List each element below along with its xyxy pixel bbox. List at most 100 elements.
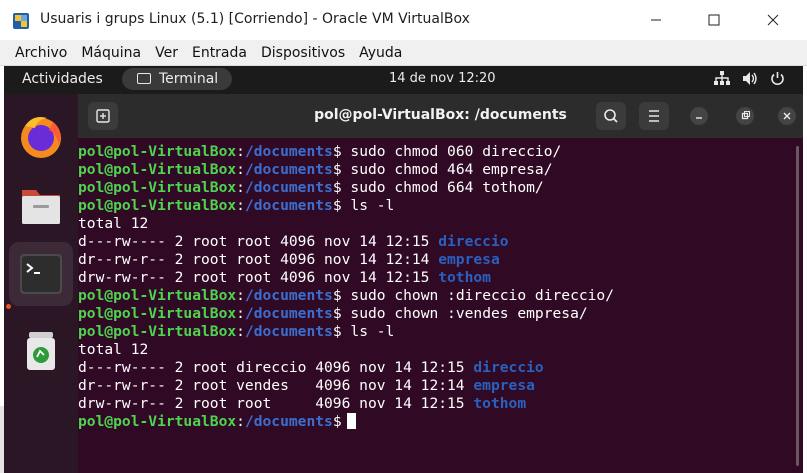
prompt-sep: : [236,197,245,214]
menu-maquina[interactable]: Máquina [74,45,148,61]
prompt-user: pol@pol-VirtualBox [78,323,237,340]
menu-archivo[interactable]: Archivo [0,45,74,61]
listing-details: dr--rw-r-- 2 root root 4096 nov 14 12:14 [78,251,439,268]
prompt-user: pol@pol-VirtualBox [78,305,237,322]
prompt-path: /documents [244,323,333,340]
listing-row: d---rw---- 2 root root 4096 nov 14 12:15… [78,233,614,251]
prompt-path: /documents [244,179,333,196]
virtualbox-icon [13,13,29,29]
search-button[interactable] [596,102,626,130]
menu-entrada[interactable]: Entrada [185,45,254,61]
menu-dispositivos[interactable]: Dispositivos [254,45,352,61]
directory-name: empresa [438,251,500,268]
maximize-button[interactable] [685,0,743,40]
dock-files[interactable] [9,174,73,238]
prompt-line: pol@pol-VirtualBox:/documents$ sudo chmo… [78,179,614,197]
volume-icon [743,72,757,85]
close-button[interactable] [744,0,802,40]
command-text: ls -l [341,197,395,214]
running-indicator [6,304,11,309]
prompt-user: pol@pol-VirtualBox [78,161,237,178]
minimize-icon [696,117,702,119]
terminal-icon [20,254,62,294]
text-cursor [346,413,356,429]
directory-name: direccio [473,359,544,376]
host-border-strip [803,66,807,473]
listing-row: d---rw---- 2 root direccio 4096 nov 14 1… [78,359,614,377]
gnome-top-bar: Actividades Terminal 14 de nov 12:20 [4,66,803,94]
listing-row: dr--rw-r-- 2 root vendes 4096 nov 14 12:… [78,377,614,395]
terminal-output[interactable]: pol@pol-VirtualBox:/documents$ sudo chmo… [78,143,614,431]
prompt-line: pol@pol-VirtualBox:/documents$ ls -l [78,197,614,215]
prompt-sep: : [236,143,245,160]
prompt-sep: : [236,413,245,430]
listing-details: drw-rw-r-- 2 root root 4096 nov 14 12:15 [78,395,474,412]
vbox-menu-bar: Archivo Máquina Ver Entrada Dispositivos… [0,40,807,66]
term-maximize-button[interactable] [736,107,754,125]
prompt-sep: : [236,161,245,178]
terminal-headerbar[interactable]: pol@pol-VirtualBox: /documents [78,94,803,138]
command-text: ls -l [341,323,395,340]
prompt-line: pol@pol-VirtualBox:/documents$ sudo chow… [78,287,614,305]
listing-row: drw-rw-r-- 2 root root 4096 nov 14 12:15… [78,269,614,287]
dock-firefox[interactable] [9,104,73,168]
listing-details: d---rw---- 2 root root 4096 nov 14 12:15 [78,233,439,250]
listing-details: d---rw---- 2 root direccio 4096 nov 14 1… [78,359,474,376]
dock-trash[interactable] [9,320,73,384]
command-text: sudo chmod 060 direccio/ [341,143,562,160]
clock[interactable]: 14 de nov 12:20 [389,71,496,86]
network-icon [714,71,730,85]
menu-ayuda[interactable]: Ayuda [352,45,409,61]
command-text: sudo chmod 464 empresa/ [341,161,553,178]
hamburger-menu-button[interactable] [639,102,669,130]
prompt-user: pol@pol-VirtualBox [78,197,237,214]
prompt-line: pol@pol-VirtualBox:/documents$ sudo chow… [78,305,614,323]
hamburger-icon [649,110,659,122]
prompt-sep: : [236,179,245,196]
prompt-path: /documents [244,161,333,178]
directory-name: empresa [473,377,535,394]
close-icon [783,112,791,120]
prompt-symbol: $ [332,143,342,160]
close-icon [767,14,779,26]
system-tray[interactable] [714,71,785,86]
menu-ver[interactable]: Ver [148,45,185,61]
dock-terminal[interactable] [9,242,73,306]
prompt-symbol: $ [332,179,342,196]
files-icon [22,190,60,224]
trash-icon [27,332,55,370]
dock [4,94,78,473]
terminal-app-icon [137,73,151,84]
app-menu-button[interactable]: Terminal [122,68,232,90]
prompt-path: /documents [244,305,333,322]
prompt-line: pol@pol-VirtualBox:/documents$ sudo chmo… [78,161,614,179]
prompt-symbol: $ [332,197,342,214]
listing-details: dr--rw-r-- 2 root vendes 4096 nov 14 12:… [78,377,474,394]
maximize-icon [708,14,720,26]
prompt-user: pol@pol-VirtualBox [78,413,237,430]
term-close-button[interactable] [778,107,796,125]
directory-name: tothom [438,269,491,286]
prompt-user: pol@pol-VirtualBox [78,179,237,196]
prompt-path: /documents [244,413,333,430]
output-line: total 12 [78,341,149,358]
prompt-path: /documents [244,143,333,160]
power-icon [771,72,784,86]
command-text: sudo chown :direccio direccio/ [341,287,614,304]
firefox-icon [21,117,61,158]
activities-button[interactable]: Actividades [22,71,103,87]
prompt-symbol: $ [332,287,342,304]
prompt-user: pol@pol-VirtualBox [78,287,237,304]
prompt-sep: : [236,287,245,304]
term-minimize-button[interactable] [690,107,708,125]
window-title: Usuaris i grups Linux (5.1) [Corriendo] … [40,11,470,27]
directory-name: tothom [473,395,527,412]
prompt-sep: : [236,305,245,322]
minimize-icon [651,19,661,21]
host-title-bar[interactable]: Usuaris i grups Linux (5.1) [Corriendo] … [0,0,807,40]
terminal-scrollbar[interactable] [796,146,799,466]
search-icon [604,109,618,123]
prompt-symbol: $ [332,413,342,430]
prompt-path: /documents [244,287,333,304]
minimize-button[interactable] [627,0,685,40]
